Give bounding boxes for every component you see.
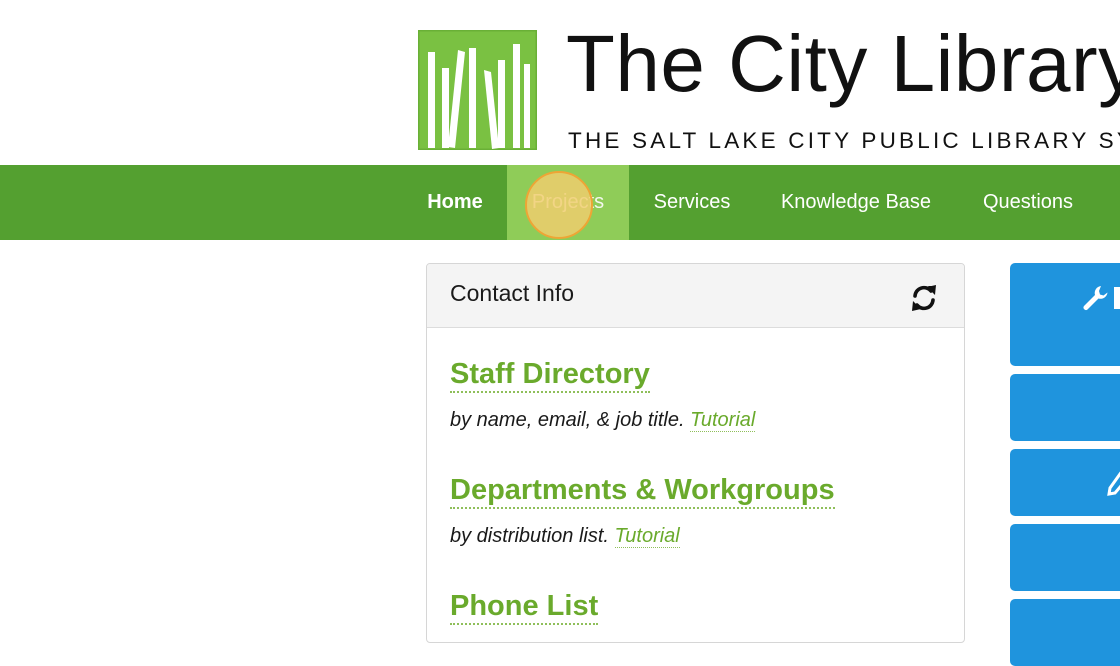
pencil-icon (1107, 471, 1120, 496)
nav-questions-label: Questions (982, 191, 1074, 213)
departments-workgroups-desc: by distribution list. Tutorial (450, 525, 680, 548)
departments-workgroups-link[interactable]: Departments & Workgroups (450, 473, 835, 509)
side-button-5[interactable] (1010, 599, 1120, 666)
departments-workgroups-tutorial-link[interactable]: Tutorial (614, 525, 680, 548)
library-name[interactable]: The City Library (566, 14, 1120, 114)
staff-directory-link[interactable]: Staff Directory (450, 357, 650, 393)
nav-services-label: Services (653, 191, 731, 213)
panel-header: Contact Info (427, 264, 964, 328)
wrench-icon (1083, 286, 1108, 310)
side-button-tools-label-fragment (1114, 287, 1120, 309)
nav-knowledge-base-label: Knowledge Base (780, 191, 932, 213)
nav-questions[interactable]: Questions (970, 165, 1086, 240)
nav-services[interactable]: Services (641, 165, 743, 240)
click-indicator (525, 171, 593, 239)
panel-title: Contact Info (450, 280, 575, 306)
phone-list-link[interactable]: Phone List (450, 589, 599, 625)
side-button-tools[interactable] (1010, 263, 1120, 366)
site-header: The City Library THE SALT LAKE CITY PUBL… (0, 0, 1120, 165)
side-button-4[interactable] (1010, 524, 1120, 591)
staff-directory-desc: by name, email, & job title. Tutorial (450, 409, 756, 432)
library-tagline: THE SALT LAKE CITY PUBLIC LIBRARY SYSTEM (568, 128, 1120, 153)
nav-knowledge-base[interactable]: Knowledge Base (766, 165, 946, 240)
refresh-icon[interactable] (909, 283, 939, 313)
nav-home-label: Home (427, 191, 483, 213)
staff-directory-tutorial-link[interactable]: Tutorial (690, 409, 756, 432)
staff-directory-desc-text: by name, email, & job title. (450, 409, 685, 431)
contact-info-panel: Contact Info Staff Directory by name, em… (426, 263, 965, 643)
library-logo-icon[interactable] (416, 28, 539, 152)
side-button-3[interactable] (1010, 449, 1120, 516)
side-button-2[interactable] (1010, 374, 1120, 441)
nav-home[interactable]: Home (413, 165, 497, 240)
departments-workgroups-desc-text: by distribution list. (450, 525, 609, 547)
